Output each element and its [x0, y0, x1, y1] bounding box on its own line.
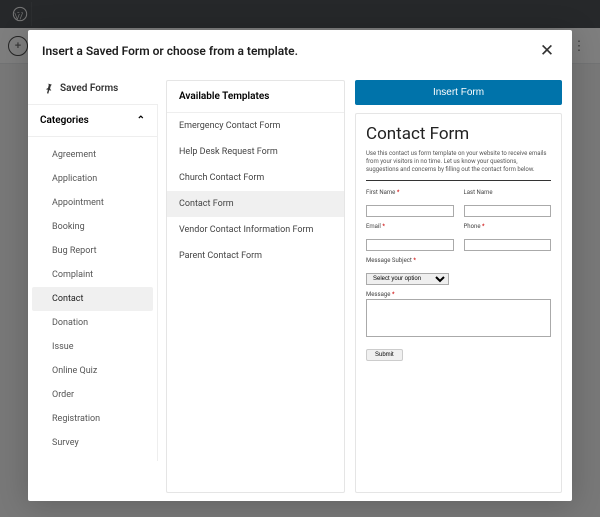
category-item[interactable]: Registration: [32, 407, 153, 431]
template-item[interactable]: Contact Form: [167, 191, 344, 217]
category-item[interactable]: Appointment: [32, 191, 153, 215]
category-item[interactable]: Issue: [32, 335, 153, 359]
form-title: Contact Form: [366, 124, 551, 144]
categories-label: Categories: [40, 115, 89, 126]
template-item[interactable]: Church Contact Form: [167, 165, 344, 191]
saved-forms-header[interactable]: Saved Forms: [28, 72, 158, 104]
category-item[interactable]: Complaint: [32, 263, 153, 287]
templates-header: Available Templates: [167, 81, 344, 113]
modal-title: Insert a Saved Form or choose from a tem…: [42, 44, 536, 58]
insert-form-button[interactable]: Insert Form: [355, 80, 562, 105]
close-button[interactable]: ✕: [536, 40, 558, 62]
pin-icon: [40, 80, 56, 96]
preview-column: Insert Form Contact Form Use this contac…: [353, 72, 572, 501]
category-item[interactable]: Online Quiz: [32, 359, 153, 383]
category-item[interactable]: Booking: [32, 215, 153, 239]
categories-header[interactable]: Categories ⌃: [28, 104, 158, 137]
subject-label: Message Subject *: [366, 257, 551, 264]
subject-select[interactable]: Select your option: [366, 273, 449, 285]
first-name-label: First Name *: [366, 189, 454, 196]
form-preview: Contact Form Use this contact us form te…: [355, 113, 562, 493]
message-label: Message *: [366, 291, 551, 298]
category-item[interactable]: Agreement: [32, 143, 153, 167]
template-item[interactable]: Emergency Contact Form: [167, 113, 344, 139]
divider: [366, 180, 551, 181]
chevron-up-icon: ⌃: [137, 115, 145, 126]
templates-column: Available Templates Emergency Contact Fo…: [158, 72, 353, 501]
category-item[interactable]: Application: [32, 167, 153, 191]
last-name-input[interactable]: [464, 205, 552, 217]
template-item[interactable]: Vendor Contact Information Form: [167, 217, 344, 243]
first-name-input[interactable]: [366, 205, 454, 217]
category-item[interactable]: Contact: [32, 287, 153, 311]
category-item[interactable]: Bug Report: [32, 239, 153, 263]
phone-input[interactable]: [464, 239, 552, 251]
insert-form-modal: Insert a Saved Form or choose from a tem…: [28, 30, 572, 501]
saved-forms-label: Saved Forms: [60, 83, 118, 94]
category-item[interactable]: Order: [32, 383, 153, 407]
template-item[interactable]: Help Desk Request Form: [167, 139, 344, 165]
last-name-label: Last Name: [464, 189, 552, 196]
template-item[interactable]: Parent Contact Form: [167, 243, 344, 269]
phone-label: Phone *: [464, 223, 552, 230]
category-item[interactable]: Survey: [32, 431, 153, 455]
email-input[interactable]: [366, 239, 454, 251]
sidebar: Saved Forms Categories ⌃ AgreementApplic…: [28, 72, 158, 501]
message-textarea[interactable]: [366, 299, 551, 337]
email-label: Email *: [366, 223, 454, 230]
form-description: Use this contact us form template on you…: [366, 150, 551, 174]
submit-button[interactable]: Submit: [366, 349, 403, 361]
category-item[interactable]: Donation: [32, 311, 153, 335]
